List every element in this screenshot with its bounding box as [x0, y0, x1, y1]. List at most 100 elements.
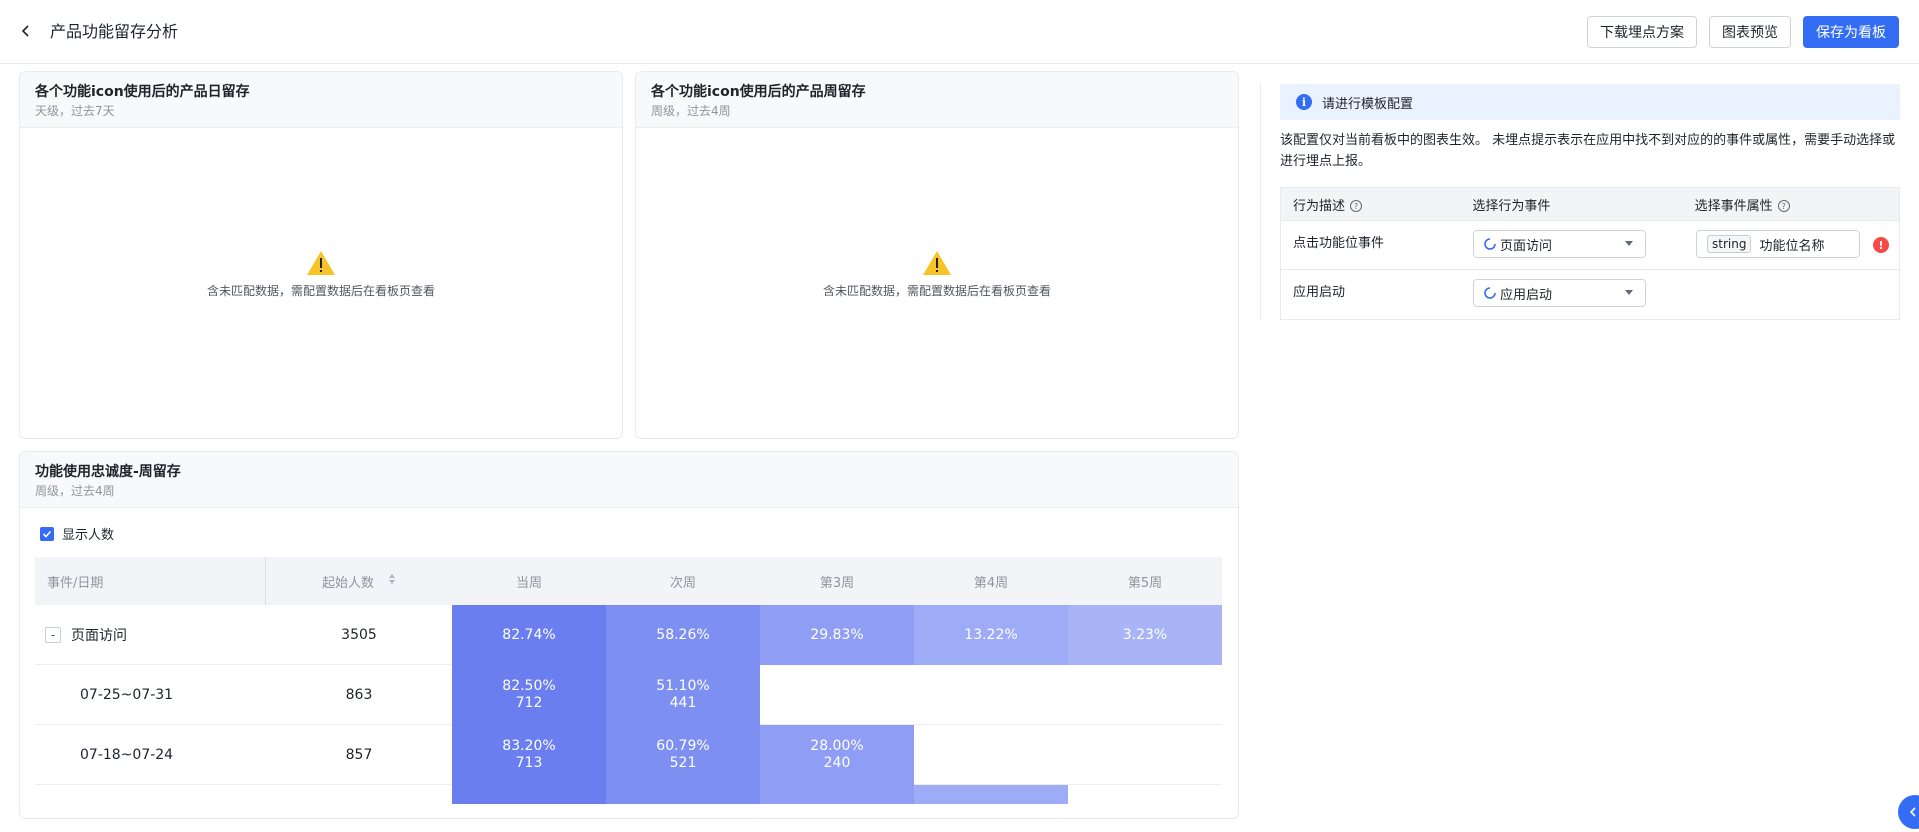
- retention-cell: [914, 665, 1068, 725]
- retention-count: 240: [823, 755, 851, 771]
- retention-percent: 82.50%: [502, 678, 556, 694]
- chevron-left-icon: [1909, 807, 1916, 817]
- info-icon: i: [1296, 94, 1312, 110]
- header-event: 选择行为事件: [1472, 198, 1551, 214]
- retention-count: 441: [669, 695, 697, 711]
- retention-cell: [1068, 725, 1222, 785]
- attr-type-tag: string: [1707, 235, 1752, 253]
- retention-count: 521: [669, 755, 697, 771]
- empty-text: 含未匹配数据，需配置数据后在看板页查看: [822, 284, 1051, 298]
- retention-cell: 51.10% 441: [606, 665, 760, 725]
- help-icon[interactable]: ?: [1350, 200, 1363, 212]
- empty-state: 含未匹配数据，需配置数据后在看板页查看: [636, 250, 1238, 299]
- start-count-cell: 857: [345, 747, 373, 763]
- collapse-icon[interactable]: -: [45, 627, 61, 643]
- table-row-group: - 页面访问 3505 82.74% 58.26% 29.83% 13.22% 3.23%: [35, 605, 1222, 665]
- panel-subtitle: 周级，过去4周: [35, 484, 115, 498]
- retention-table: 事件/日期 起始人数 当周 次周 第3周 第4周 第5周 - 页面访问 3505 82…: [35, 557, 1222, 804]
- collapse-panel-button[interactable]: [1898, 795, 1919, 829]
- panel-header: 功能使用忠诚度-周留存 周级，过去4周: [20, 452, 1238, 508]
- table-row: 07-18~07-24 857 83.20% 713 60.79% 521 28.00% 24…: [35, 725, 1222, 785]
- chevron-down-icon: [1625, 290, 1633, 295]
- retention-count: 712: [515, 695, 543, 711]
- retention-cell: 83.11%: [452, 785, 606, 804]
- save-as-dashboard-button[interactable]: 保存为看板: [1803, 16, 1899, 48]
- loading-icon: [1484, 238, 1496, 250]
- retention-cell: [914, 725, 1068, 785]
- retention-cell: 82.50% 712: [452, 665, 606, 725]
- show-count-toggle[interactable]: 显示人数: [40, 524, 114, 543]
- retention-percent: 51.10%: [656, 678, 710, 694]
- panel-header: 各个功能icon使用后的产品日留存 天级，过去7天: [20, 72, 622, 128]
- column-header-week-2: 次周: [669, 575, 696, 591]
- retention-cell: 60.79% 521: [606, 725, 760, 785]
- back-icon[interactable]: [18, 20, 34, 42]
- retention-percent: 82.74%: [502, 626, 556, 643]
- sort-icon[interactable]: [388, 573, 396, 589]
- header-behavior-label: 行为描述: [1293, 198, 1346, 214]
- retention-cell: [760, 665, 914, 725]
- retention-percent: 28.00%: [810, 738, 864, 754]
- page-title: 产品功能留存分析: [50, 22, 179, 41]
- retention-cell: [1068, 785, 1222, 804]
- retention-percent: 3.23%: [1122, 626, 1168, 643]
- error-icon[interactable]: !: [1873, 237, 1889, 253]
- retention-cell: 28.00% 240: [760, 725, 914, 785]
- table-header: 事件/日期 起始人数 当周 次周 第3周 第4周 第5周: [35, 557, 1222, 605]
- retention-cell: 13.51%: [914, 785, 1068, 804]
- start-count-cell: [266, 785, 452, 804]
- column-header-start[interactable]: 起始人数: [266, 557, 452, 605]
- retention-cell: 29.83%: [760, 605, 914, 665]
- panel-title: 各个功能icon使用后的产品周留存: [651, 84, 866, 100]
- panel-title: 功能使用忠诚度-周留存: [35, 464, 181, 480]
- start-count-cell: 3505: [341, 627, 377, 643]
- warning-icon: [306, 250, 336, 276]
- column-header-week-5: 第5周: [1127, 575, 1163, 591]
- retention-cell: 13.22%: [914, 605, 1068, 665]
- column-header-week-1: 当周: [515, 575, 542, 591]
- chart-preview-button[interactable]: 图表预览: [1709, 16, 1791, 48]
- config-table-header: 行为描述? 选择行为事件 选择事件属性?: [1281, 188, 1899, 221]
- panel-subtitle: 天级，过去7天: [35, 104, 115, 118]
- weekly-retention-panel: 各个功能icon使用后的产品周留存 周级，过去4周 含未匹配数据，需配置数据后在…: [635, 71, 1239, 439]
- config-tip-bar: i 请进行模板配置: [1280, 84, 1900, 120]
- column-header-week-4: 第4周: [973, 575, 1009, 591]
- loyalty-retention-panel: 功能使用忠诚度-周留存 周级，过去4周 显示人数 事件/日期 起始人数 当周 次…: [19, 451, 1239, 819]
- empty-text: 含未匹配数据，需配置数据后在看板页查看: [206, 284, 435, 298]
- row-label: 页面访问: [71, 628, 127, 644]
- config-table: 行为描述? 选择行为事件 选择事件属性? 点击功能位事件 页面访问 string…: [1280, 187, 1900, 320]
- config-row: 点击功能位事件 页面访问 string 功能位名称 !: [1281, 221, 1899, 270]
- chevron-down-icon: [1625, 241, 1633, 246]
- retention-cell: [1068, 665, 1222, 725]
- download-tracking-plan-button[interactable]: 下载埋点方案: [1587, 16, 1697, 48]
- retention-cell: 31.53%: [760, 785, 914, 804]
- warning-icon: [922, 250, 952, 276]
- column-header-week-3: 第3周: [819, 575, 855, 591]
- config-row: 应用启动 应用启动: [1281, 270, 1899, 319]
- show-count-checkbox[interactable]: [40, 526, 54, 541]
- loading-icon: [1484, 287, 1496, 299]
- retention-cell: 3.23%: [1068, 605, 1222, 665]
- show-count-label: 显示人数: [62, 528, 115, 543]
- panel-subtitle: 周级，过去4周: [651, 104, 731, 118]
- retention-percent: 29.83%: [810, 626, 864, 643]
- retention-percent: 83.20%: [502, 738, 556, 754]
- row-label: 07-18~07-24: [80, 747, 174, 763]
- event-select[interactable]: 页面访问: [1473, 230, 1646, 258]
- retention-cell: 82.74%: [452, 605, 606, 665]
- row-label: 07-25~07-31: [80, 687, 174, 703]
- config-description: 该配置仅对当前看板中的图表生效。 未埋点提示表示在应用中找不到对应的的事件或属性…: [1280, 133, 1896, 169]
- start-count-cell: 863: [345, 687, 373, 703]
- empty-state: 含未匹配数据，需配置数据后在看板页查看: [20, 250, 622, 299]
- attr-select-value: 功能位名称: [1759, 238, 1825, 254]
- attr-select[interactable]: string 功能位名称: [1696, 230, 1860, 258]
- event-date-cell: [35, 785, 266, 804]
- column-header-event: 事件/日期: [35, 557, 266, 605]
- behavior-label: 点击功能位事件: [1293, 236, 1385, 251]
- retention-percent: 58.26%: [656, 626, 710, 643]
- top-header: 产品功能留存分析 下载埋点方案 图表预览 保存为看板: [0, 0, 1919, 64]
- retention-percent: 13.22%: [964, 626, 1018, 643]
- behavior-label: 应用启动: [1293, 285, 1346, 300]
- event-select[interactable]: 应用启动: [1473, 279, 1646, 307]
- help-icon[interactable]: ?: [1777, 200, 1790, 212]
